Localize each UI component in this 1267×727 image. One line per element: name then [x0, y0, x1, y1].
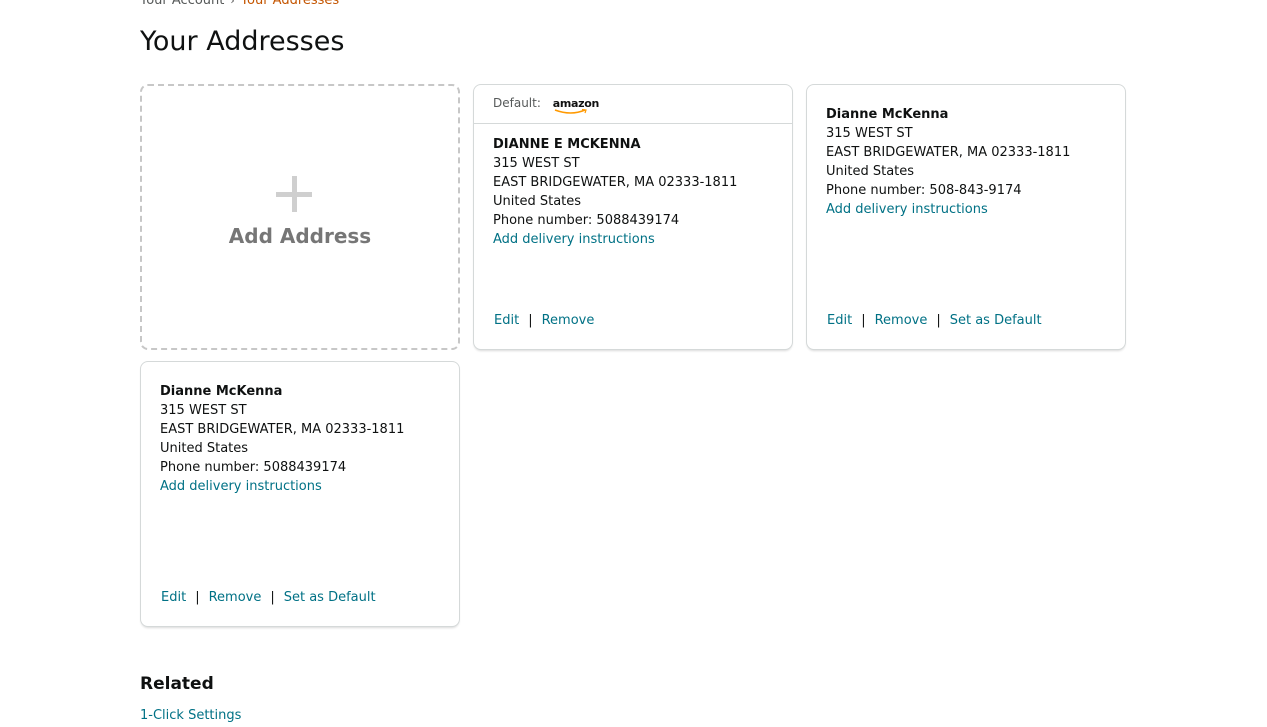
address-block-3: Dianne McKenna 315 WEST ST EAST BRIDGEWA… [160, 382, 404, 496]
edit-link[interactable]: Edit [494, 313, 519, 328]
action-separator: | [936, 313, 941, 328]
related-heading: Related [140, 674, 214, 694]
address-phone: Phone number: 508-843-9174 [826, 183, 1022, 198]
address-street: 315 WEST ST [826, 126, 913, 141]
default-label: Default: [493, 96, 541, 110]
address-city-line: EAST BRIDGEWATER, MA 02333-1811 [493, 175, 738, 190]
action-separator: | [528, 313, 533, 328]
edit-link[interactable]: Edit [161, 590, 186, 605]
amazon-smile-icon [554, 109, 587, 114]
breadcrumb-your-account[interactable]: Your Account [140, 0, 224, 8]
address-card-2: Dianne McKenna 315 WEST ST EAST BRIDGEWA… [806, 84, 1126, 350]
add-delivery-instructions-link[interactable]: Add delivery instructions [826, 200, 1070, 219]
address-city-line: EAST BRIDGEWATER, MA 02333-1811 [160, 422, 405, 437]
amazon-logo: amazon [553, 97, 599, 114]
add-address-label: Add Address [228, 224, 372, 248]
edit-link[interactable]: Edit [827, 313, 852, 328]
page-title: Your Addresses [140, 26, 345, 57]
address-country: United States [826, 164, 915, 179]
set-as-default-link[interactable]: Set as Default [950, 313, 1042, 328]
address-city-line: EAST BRIDGEWATER, MA 02333-1811 [826, 145, 1071, 160]
action-separator: | [270, 590, 275, 605]
address-country: United States [160, 441, 249, 456]
set-as-default-link[interactable]: Set as Default [284, 590, 376, 605]
default-address-card: Default: amazon DIANNE E MCKENNA 315 WES… [473, 84, 793, 350]
one-click-settings-link[interactable]: 1-Click Settings [140, 708, 241, 723]
action-separator: | [861, 313, 866, 328]
default-card-actions: Edit | Remove [494, 311, 594, 330]
address-phone: Phone number: 5088439174 [493, 213, 680, 228]
address-name: Dianne McKenna [160, 384, 283, 399]
add-delivery-instructions-link[interactable]: Add delivery instructions [493, 230, 737, 249]
breadcrumb-separator: › [230, 0, 235, 7]
address-card-2-actions: Edit | Remove | Set as Default [827, 311, 1042, 330]
address-name: Dianne McKenna [826, 107, 949, 122]
address-phone: Phone number: 5088439174 [160, 460, 347, 475]
default-header: Default: amazon [474, 85, 792, 124]
breadcrumb-current: Your Addresses [240, 0, 340, 8]
address-country: United States [493, 194, 582, 209]
add-address-card[interactable]: Add Address [140, 84, 460, 350]
remove-link[interactable]: Remove [542, 313, 595, 328]
address-street: 315 WEST ST [160, 403, 247, 418]
remove-link[interactable]: Remove [209, 590, 262, 605]
address-street: 315 WEST ST [493, 156, 580, 171]
address-card-3-actions: Edit | Remove | Set as Default [161, 588, 376, 607]
add-delivery-instructions-link[interactable]: Add delivery instructions [160, 477, 404, 496]
address-card-3: Dianne McKenna 315 WEST ST EAST BRIDGEWA… [140, 361, 460, 627]
add-address-content: Add Address [142, 176, 458, 248]
address-block-2: Dianne McKenna 315 WEST ST EAST BRIDGEWA… [826, 105, 1070, 219]
default-address-block: DIANNE E MCKENNA 315 WEST ST EAST BRIDGE… [493, 135, 737, 249]
action-separator: | [195, 590, 200, 605]
address-name: DIANNE E MCKENNA [493, 137, 641, 152]
plus-icon [276, 176, 312, 212]
breadcrumb: Your Account › Your Addresses [140, 0, 339, 8]
remove-link[interactable]: Remove [875, 313, 928, 328]
page: Your Account › Your Addresses Your Address… [0, 0, 1267, 727]
